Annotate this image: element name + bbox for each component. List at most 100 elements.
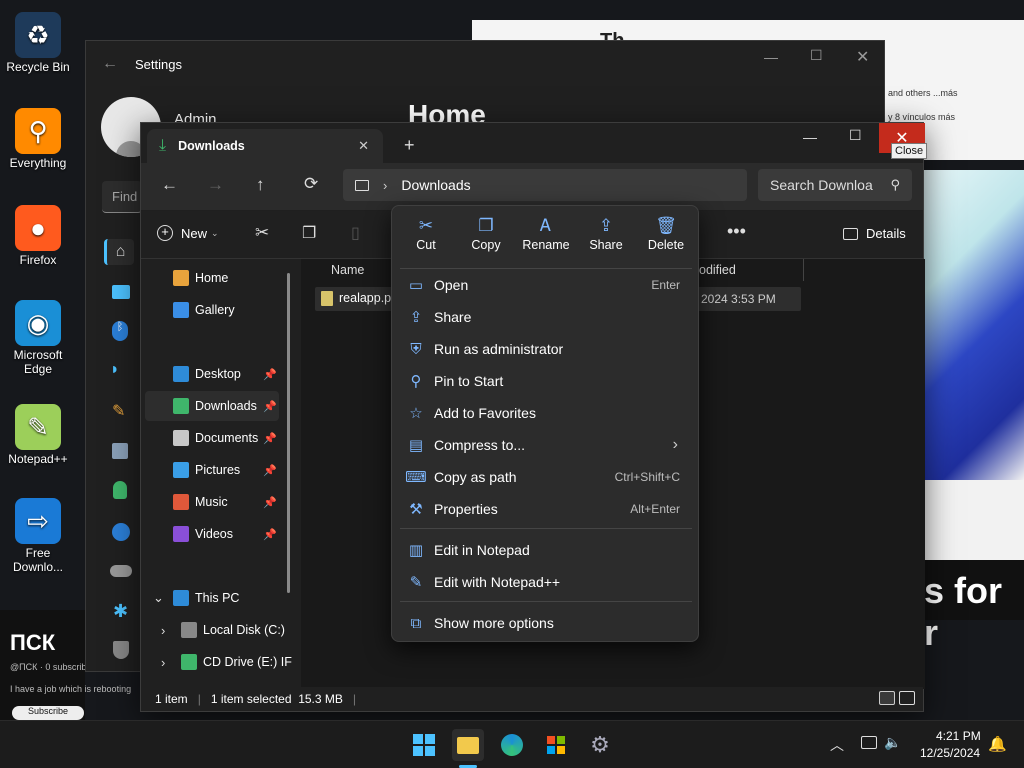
cut-button[interactable]: ✂ Cut [396,216,456,252]
sidebar-item-pictures[interactable]: Pictures 📌 [145,455,279,485]
back-icon[interactable]: ← [161,175,178,195]
search-input[interactable]: Search Downloa ⚲ [758,169,912,201]
menu-item-open[interactable]: ▭ Open Enter [396,270,694,300]
cmd-paste-icon[interactable]: ▯ [351,223,360,243]
breadcrumb[interactable]: Downloads [401,177,470,193]
sidebar-item-downloads[interactable]: Downloads 📌 [145,391,279,421]
menu-item-run-as-administrator[interactable]: ⛨ Run as administrator [396,334,694,364]
sidebar-item-cd-drive-e-if[interactable]: › CD Drive (E:) IF [145,647,292,677]
desktop-icon-free-downlo[interactable]: ⇨ Free Downlo... [0,498,76,574]
chevron-down-icon[interactable]: ⌄ [153,590,164,606]
column-header-modified[interactable]: odified [699,263,736,277]
settings-back-icon[interactable]: ← [102,55,118,73]
taskbar-store[interactable] [540,729,572,761]
sidebar-item-label: Music [195,495,228,509]
tab-downloads[interactable]: ⤓ Downloads ✕ [147,129,383,163]
settings-minimize-button[interactable]: — [764,49,778,65]
details-button[interactable]: Details [843,226,906,241]
rename-button[interactable]: Ꭺ Rename [516,216,576,252]
sidebar-item-videos[interactable]: Videos 📌 [145,519,279,549]
menu-item-edit-with-notepadplusplus[interactable]: ✎ Edit with Notepad++ [396,567,694,597]
sidebar-item-this-pc[interactable]: ⌄ This PC [145,583,279,613]
cmd-copy-icon[interactable]: ❐ [302,223,316,243]
column-divider[interactable] [803,259,804,281]
sidebar-item-music[interactable]: Music 📌 [145,487,279,517]
app-icon: ⇨ [15,498,61,544]
new-tab-button[interactable]: + [404,135,415,156]
taskbar-edge[interactable] [496,729,528,761]
settings-nav-network-icon[interactable]: ◗ [110,361,120,379]
volume-icon[interactable]: 🔈 [884,734,901,751]
pin-icon: 📌 [263,528,277,541]
desktop-icon-recycle-bin[interactable]: ♻ Recycle Bin [0,12,76,74]
network-icon[interactable] [861,736,877,749]
details-view-icon[interactable] [879,691,895,705]
settings-nav-apps-icon[interactable] [112,443,128,459]
desktop-icon-microsoft-edge[interactable]: ◉ Microsoft Edge [0,300,76,376]
copy-button[interactable]: ❐ Copy [456,216,516,252]
tiles-view-icon[interactable] [899,691,915,705]
refresh-icon[interactable]: ⟳ [304,174,318,194]
menu-item-edit-in-notepad[interactable]: ▥ Edit in Notepad [396,535,694,565]
settings-nav-bluetooth-icon[interactable]: ᛒ [112,321,128,341]
more-options-icon[interactable]: ••• [727,221,746,242]
menu-item-compress-to[interactable]: ▤ Compress to... › [396,430,694,460]
taskbar-file-explorer[interactable] [452,729,484,761]
navigation-pane: Home Gallery Desktop 📌 Downloads 📌 Documents 📌 P… [141,259,301,689]
up-icon[interactable]: ↑ [256,175,265,195]
clock-time[interactable]: 4:21 PM [936,729,981,743]
chevron-up-icon[interactable]: ︿ [830,735,844,755]
menu-item-label: Edit in Notepad [434,542,530,558]
settings-close-button[interactable]: ✕ [856,47,869,67]
desktop-icon-firefox[interactable]: ● Firefox [0,205,76,267]
desktop-icon-everything[interactable]: ⚲ Everything [0,108,76,170]
settings-maximize-button[interactable]: ☐ [810,47,823,64]
menu-item-share[interactable]: ⇪ Share [396,302,694,332]
search-icon: ⚲ [890,177,900,192]
menu-item-add-to-favorites[interactable]: ☆ Add to Favorites [396,398,694,428]
settings-nav-privacy-icon[interactable] [113,641,129,659]
clock-date[interactable]: 12/25/2024 [920,746,980,760]
bg-big-text: s for r [924,560,1024,653]
column-header-name[interactable]: Name [331,263,364,277]
share-button[interactable]: ⇪ Share [576,216,636,252]
settings-nav-system-icon[interactable] [112,285,130,299]
sidebar-item-local-disk-c[interactable]: › Local Disk (C:) [145,615,285,645]
settings-nav-accessibility-icon[interactable]: ✱ [113,601,128,622]
explorer-maximize-button[interactable]: ☐ [849,127,862,144]
desktop-icon-label: Firefox [19,253,57,267]
sidebar-item-home[interactable]: Home [145,263,279,293]
taskbar-settings[interactable]: ⚙ [584,729,616,761]
menu-item-show-more-options[interactable]: ⧉ Show more options [396,608,694,638]
delete-button[interactable]: 🗑 Delete [636,216,696,252]
bg-channel-name: ПСК [10,630,56,655]
notification-bell-icon[interactable]: 🔔 [988,735,1007,753]
new-button[interactable]: + New ⌄ [157,225,219,241]
address-bar[interactable]: › Downloads [343,169,747,201]
tab-close-icon[interactable]: ✕ [358,138,369,154]
settings-nav-accounts-icon[interactable] [113,481,127,499]
menu-separator [400,601,692,602]
chevron-right-icon[interactable]: › [161,655,165,670]
desktop-icon-label: Everything [9,156,67,170]
menu-item-copy-as-path[interactable]: ⌨ Copy as path Ctrl+Shift+C [396,462,694,492]
desktop-icon-notepad[interactable]: ✎ Notepad++ [0,404,76,466]
cmd-cut-icon[interactable]: ✂ [255,223,269,243]
forward-icon[interactable]: → [207,175,224,195]
settings-nav-home-icon[interactable]: ⌂ [104,239,134,265]
sidebar-item-documents[interactable]: Documents 📌 [145,423,279,453]
sidebar-item-gallery[interactable]: Gallery [145,295,279,325]
nav-scrollbar[interactable] [287,273,290,593]
explorer-minimize-button[interactable]: — [803,129,817,145]
menu-item-properties[interactable]: ⚒ Properties Alt+Enter [396,494,694,524]
folder-icon [181,654,197,670]
context-menu: ✂ Cut ❐ Copy Ꭺ Rename ⇪ Share 🗑 Delete ▭ Open Enter… [391,205,699,642]
start-button[interactable] [408,729,440,761]
settings-search-input[interactable]: Find [102,181,142,213]
settings-nav-personalization-icon[interactable]: ✎ [112,401,125,421]
menu-item-pin-to-start[interactable]: ⚲ Pin to Start [396,366,694,396]
settings-nav-time-icon[interactable] [112,523,130,541]
chevron-right-icon[interactable]: › [161,623,165,638]
settings-nav-gaming-icon[interactable] [110,565,132,577]
sidebar-item-desktop[interactable]: Desktop 📌 [145,359,279,389]
